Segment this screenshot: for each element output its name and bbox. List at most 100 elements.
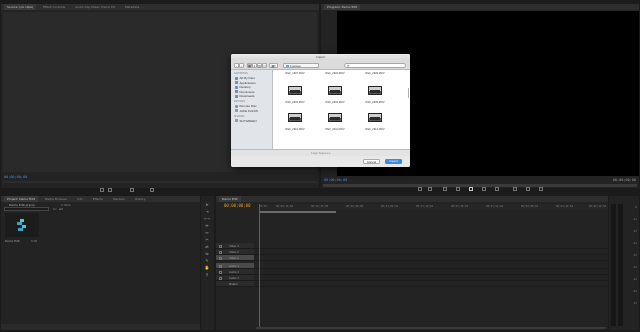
work-area-bar[interactable] xyxy=(260,211,336,213)
insert-button[interactable] xyxy=(150,188,154,192)
meter-right xyxy=(618,204,623,326)
import-dialog: Import ‹ › ▦ ≡ ▥ ▭ ▦▾ Footage ⚲ FAVORITE… xyxy=(231,54,410,167)
meter-left xyxy=(611,204,616,326)
pen-tool-icon[interactable]: ✎ xyxy=(204,258,210,263)
speaker-icon[interactable] xyxy=(219,270,222,274)
tab-audio-clip-mixer[interactable]: Audio Clip Mixer: Demo Ed xyxy=(72,4,118,10)
rolling-edit-tool-icon[interactable]: ⇹ xyxy=(204,223,210,228)
slip-tool-icon[interactable]: ⇄ xyxy=(204,244,210,249)
timeline-timecode[interactable]: 00;00;00;00 xyxy=(224,203,251,208)
in-select[interactable]: All xyxy=(59,207,63,211)
timeline-scrollbar[interactable] xyxy=(256,327,606,329)
tab-program[interactable]: Program: Demo Edit xyxy=(324,4,361,10)
file-item[interactable]: DSC_2309.MOV xyxy=(355,71,395,75)
tab-effect-controls[interactable]: Effect Controls xyxy=(40,4,68,10)
eye-icon[interactable] xyxy=(219,250,222,254)
mark-in-button-program[interactable] xyxy=(418,187,422,191)
ripple-edit-tool-icon[interactable]: ⟷ xyxy=(204,216,210,221)
tab-source[interactable]: Source: (no clips) xyxy=(4,4,37,10)
timeline-tab-bar: Demo Edit xyxy=(216,196,608,202)
lift-button[interactable] xyxy=(513,187,517,191)
source-timebar[interactable] xyxy=(3,181,317,183)
tab-effects[interactable]: Effects xyxy=(90,196,106,202)
sidebar-item-all-my-files[interactable]: All My Files xyxy=(235,76,255,80)
tab-metadata[interactable]: Metadata xyxy=(122,4,142,10)
speaker-icon[interactable] xyxy=(219,276,222,280)
project-tab-bar: Project: Demo Edit Media Browser Info Ef… xyxy=(1,196,200,202)
track-header[interactable]: Video 1 xyxy=(216,255,254,260)
file-item[interactable]: DSC_2312.MOV xyxy=(355,111,395,137)
tab-media-browser[interactable]: Media Browser xyxy=(42,196,70,202)
tab-history[interactable]: History xyxy=(132,196,149,202)
arrange-button[interactable]: ▦▾ xyxy=(269,62,278,68)
go-to-in-button[interactable] xyxy=(443,187,447,191)
slide-tool-icon[interactable]: ⇆ xyxy=(204,251,210,256)
file-item[interactable]: DSC_2302.MOV xyxy=(315,71,355,75)
time-ruler[interactable]: 00;00 00;00;16;00 00;00;32;00 00;00;48;0… xyxy=(256,204,608,210)
zoom-tool-icon[interactable]: ⚲ xyxy=(204,272,210,277)
tab-project[interactable]: Project: Demo Edit xyxy=(4,196,38,202)
meter-tick: -36 xyxy=(632,266,637,269)
project-item-name: Demo Edit xyxy=(5,239,20,243)
track-header[interactable]: Audio 1 xyxy=(216,263,254,268)
razor-tool-icon[interactable]: ✂ xyxy=(204,237,210,242)
playhead[interactable] xyxy=(259,204,260,328)
sidebar-item-remote-disc[interactable]: Remote Disc xyxy=(235,104,257,108)
location-label: Footage xyxy=(290,63,302,68)
program-timecode[interactable]: 00;00;00;00 xyxy=(324,178,347,182)
sidebar-item-applications[interactable]: Applications xyxy=(235,81,256,85)
hand-tool-icon[interactable]: ✋ xyxy=(204,265,210,270)
video-thumbnail xyxy=(288,113,302,122)
mark-in-button[interactable] xyxy=(100,188,104,192)
source-timecode[interactable]: 00;00;00;00 xyxy=(4,175,27,179)
file-item[interactable]: DSC_2311.MOV xyxy=(315,111,355,137)
sidebar-item-desktop[interactable]: Desktop xyxy=(235,85,251,89)
eye-icon[interactable] xyxy=(219,256,222,260)
selection-tool-icon[interactable]: ➤ xyxy=(204,202,210,207)
go-to-out-button[interactable] xyxy=(495,187,499,191)
sidebar-item-drive[interactable]: JAKE FOLDS xyxy=(235,109,258,113)
tab-markers[interactable]: Markers xyxy=(110,196,128,202)
tab-sequence[interactable]: Demo Edit xyxy=(219,196,241,202)
export-frame-button[interactable] xyxy=(539,187,543,191)
step-forward-button[interactable] xyxy=(482,187,486,191)
track-header[interactable]: Master xyxy=(216,281,254,286)
coverflow-view-button[interactable]: ▭ xyxy=(262,62,267,68)
project-item-thumbnail[interactable] xyxy=(5,213,39,237)
image-sequence-option[interactable]: Image Sequence xyxy=(231,149,410,156)
file-item[interactable]: DSC_2304.MOV xyxy=(315,84,355,110)
tab-info[interactable]: Info xyxy=(74,196,86,202)
project-search-input[interactable] xyxy=(4,207,49,211)
rate-stretch-tool-icon[interactable]: ↔ xyxy=(204,230,210,235)
play-button[interactable] xyxy=(130,188,134,192)
track-header[interactable]: Audio 2 xyxy=(216,269,254,274)
play-button-program[interactable] xyxy=(469,187,473,191)
step-back-button[interactable] xyxy=(456,187,460,191)
sidebar-item-shared[interactable]: SLITGREEN xyxy=(235,119,257,123)
track-select-tool-icon[interactable]: ⇥ xyxy=(204,209,210,214)
mark-out-button-program[interactable] xyxy=(428,187,432,191)
file-grid-scrollbar[interactable] xyxy=(407,88,409,98)
track-header[interactable]: Audio 3 xyxy=(216,275,254,280)
cancel-button[interactable]: Cancel xyxy=(363,159,380,164)
documents-icon xyxy=(235,90,238,93)
track-header[interactable]: Video 3 xyxy=(216,243,254,248)
speaker-icon[interactable] xyxy=(219,264,222,268)
source-transport-controls xyxy=(100,188,170,194)
track-header[interactable]: Video 2 xyxy=(216,249,254,254)
file-item[interactable]: DSC_2305.MOV xyxy=(355,84,395,110)
sidebar-item-downloads[interactable]: Downloads xyxy=(235,94,254,98)
location-select[interactable]: Footage xyxy=(283,62,319,68)
forward-button[interactable]: › xyxy=(239,62,244,68)
import-button[interactable]: Import xyxy=(385,159,402,164)
extract-button[interactable] xyxy=(526,187,530,191)
eye-icon[interactable] xyxy=(219,244,222,248)
program-transport-controls xyxy=(418,187,568,193)
file-item[interactable]: DSC_2310.MOV xyxy=(275,111,315,137)
file-item[interactable]: DSC_1907.MOV xyxy=(275,71,315,75)
video-thumbnail xyxy=(288,86,302,95)
file-item[interactable]: DSC_2303.MOV xyxy=(275,84,315,110)
sidebar-item-documents[interactable]: Documents xyxy=(235,90,255,94)
dialog-search-input[interactable]: ⚲ xyxy=(344,62,406,68)
mark-out-button[interactable] xyxy=(108,188,112,192)
